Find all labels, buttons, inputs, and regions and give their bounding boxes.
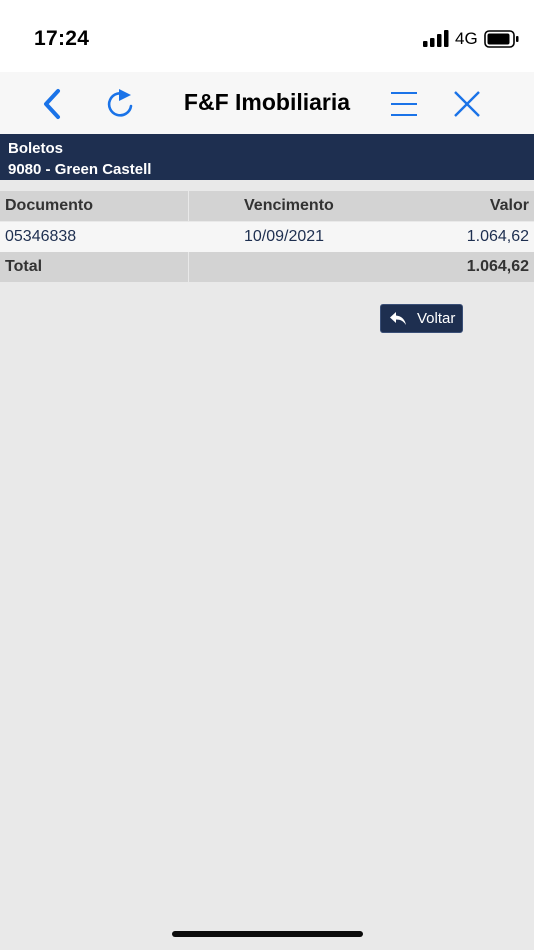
reply-arrow-icon <box>390 311 406 325</box>
close-icon <box>454 91 480 117</box>
status-bar: 17:24 4G <box>0 0 534 72</box>
cell-vencimento: 10/09/2021 <box>244 228 325 245</box>
total-label: Total <box>5 258 43 275</box>
table-total-row: Total 1.064,62 <box>0 252 534 282</box>
table-header: Documento Vencimento Valor <box>0 191 534 221</box>
property-name: 9080 - Green Castell <box>8 161 152 178</box>
column-divider <box>188 191 189 221</box>
back-button[interactable] <box>32 84 72 124</box>
voltar-button[interactable]: Voltar <box>380 304 463 333</box>
table-row[interactable]: 05346838 10/09/2021 1.064,62 <box>0 222 534 252</box>
column-header-documento: Documento <box>5 197 93 214</box>
column-header-valor: Valor <box>489 197 529 214</box>
menu-button[interactable] <box>384 84 424 124</box>
column-divider <box>188 252 189 282</box>
total-valor: 1.064,62 <box>466 258 529 275</box>
cell-valor: 1.064,62 <box>466 228 529 245</box>
cell-documento: 05346838 <box>5 228 77 245</box>
menu-icon <box>391 92 417 116</box>
section-title: Boletos <box>8 140 64 157</box>
battery-icon <box>484 30 519 48</box>
navigation-bar: F&F Imobiliaria <box>0 72 534 134</box>
status-time: 17:24 <box>34 27 90 50</box>
column-header-vencimento: Vencimento <box>244 197 334 214</box>
refresh-icon <box>107 89 133 117</box>
home-indicator[interactable] <box>172 931 363 937</box>
network-type: 4G <box>455 29 478 48</box>
section-header: Boletos 9080 - Green Castell <box>0 134 534 180</box>
voltar-label: Voltar <box>417 310 456 327</box>
close-button[interactable] <box>447 84 487 124</box>
back-chevron-icon <box>44 89 60 119</box>
refresh-button[interactable] <box>100 84 140 124</box>
signal-bars-icon <box>423 30 449 47</box>
